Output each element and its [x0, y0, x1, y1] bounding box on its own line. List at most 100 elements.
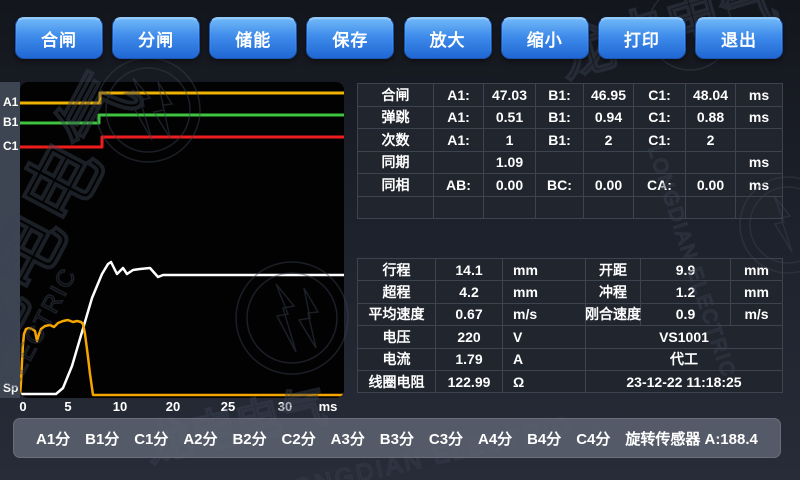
mech-cell-r1-c2: mm: [503, 281, 585, 302]
mech-cell-r3-c1: 220: [436, 326, 502, 347]
timing-cell-r1-c4: 0.94: [584, 107, 633, 129]
timing-cell-r2-c4: 2: [584, 129, 633, 151]
phase-open-item-a2: A2分: [183, 428, 217, 449]
mech-cell-r1-c1: 4.2: [436, 281, 502, 302]
mech-cell-r2-c2: m/s: [503, 304, 585, 325]
mech-cell-r0-c4: 9.9: [641, 259, 730, 280]
x-axis-tick-10: 10: [103, 399, 137, 414]
charge-button[interactable]: 储能: [209, 17, 297, 59]
timing-cell-r0-c6: 48.04: [686, 84, 735, 106]
x-axis-tick-25: 25: [211, 399, 245, 414]
timing-cell-r0-c5: C1:: [634, 84, 685, 106]
trace-label-a1: A1: [3, 95, 23, 109]
timing-cell-r0-c7: ms: [736, 84, 782, 106]
mech-cell-r3-c2: V: [503, 326, 585, 347]
trace-label-sp: Sp: [3, 381, 23, 395]
phase-open-item-b4: B4分: [527, 428, 561, 449]
timing-cell-r0-c1: A1:: [434, 84, 483, 106]
waveform-plot: [20, 82, 344, 398]
timing-cell-r4-c6: 0.00: [686, 174, 735, 196]
timing-cell-r4-c2: 0.00: [484, 174, 535, 196]
phase-open-item-a3: A3分: [331, 428, 365, 449]
exit-button[interactable]: 退出: [695, 17, 783, 59]
timing-cell-r1-c1: A1:: [434, 107, 483, 129]
mech-cell-r5-c2: Ω: [503, 371, 585, 392]
mech-cell-r1-c0: 超程: [358, 281, 435, 302]
phase-open-item-c2: C2分: [282, 428, 316, 449]
oscillogram-panel: A1B1C1Sp0510202530ms: [0, 80, 356, 414]
mech-cell-r1-c3: 冲程: [586, 281, 640, 302]
timing-cell-r3-c2: 1.09: [484, 152, 535, 174]
timing-cell-r0-c3: B1:: [536, 84, 583, 106]
mech-cell-r5-c1: 122.99: [436, 371, 502, 392]
timing-cell-r0-c2: 47.03: [484, 84, 535, 106]
chart-label-strip: [0, 82, 20, 398]
mech-cell-r2-c5: m/s: [731, 304, 782, 325]
zoom-in-button[interactable]: 放大: [404, 17, 492, 59]
timing-results-table: 合闸A1:47.03B1:46.95C1:48.04ms弹跳A1:0.51B1:…: [357, 83, 783, 219]
toolbar: 合闸分闸储能保存放大缩小打印退出: [15, 17, 783, 57]
waveform-svg: [20, 82, 344, 398]
mech-merged-cell-r3: VS1001: [586, 326, 782, 347]
close-button[interactable]: 合闸: [15, 17, 103, 59]
mech-merged-cell-r5: 23-12-22 11:18:25: [586, 371, 782, 392]
timing-cell-r1-c6: 0.88: [686, 107, 735, 129]
phase-open-item-b2: B2分: [232, 428, 266, 449]
timing-cell-r0-c0: 合闸: [358, 84, 433, 106]
open-button[interactable]: 分闸: [112, 17, 200, 59]
b1-close-step-trace: [20, 115, 344, 123]
mech-cell-r0-c1: 14.1: [436, 259, 502, 280]
mech-cell-r2-c4: 0.9: [641, 304, 730, 325]
timing-cell-r3-c5: [634, 152, 685, 174]
timing-cell-r1-c0: 弹跳: [358, 107, 433, 129]
mech-cell-r4-c2: A: [503, 349, 585, 370]
timing-cell-r0-c4: 46.95: [584, 84, 633, 106]
phase-open-item-c4: C4分: [576, 428, 610, 449]
phase-open-item-b1: B1分: [85, 428, 119, 449]
timing-cell-r2-c2: 1: [484, 129, 535, 151]
mech-cell-r0-c3: 开距: [586, 259, 640, 280]
timing-cell-r3-c0: 同期: [358, 152, 433, 174]
timing-cell-r3-c6: [686, 152, 735, 174]
timing-cell-r4-c7: ms: [736, 174, 782, 196]
mech-cell-r4-c1: 1.79: [436, 349, 502, 370]
timing-cell-r1-c5: C1:: [634, 107, 685, 129]
mech-cell-r0-c0: 行程: [358, 259, 435, 280]
phase-open-item-b3: B3分: [380, 428, 414, 449]
phase-open-item-c3: C3分: [429, 428, 463, 449]
a1-close-step-trace: [20, 93, 344, 103]
current-curve-trace: [20, 320, 344, 396]
mech-cell-r0-c2: mm: [503, 259, 585, 280]
timing-cell-r3-c3: [536, 152, 583, 174]
mech-cell-r3-c0: 电压: [358, 326, 435, 347]
timing-cell-r3-c1: [434, 152, 483, 174]
timing-cell-r5-c1: [434, 197, 483, 219]
mech-cell-r4-c0: 电流: [358, 349, 435, 370]
timing-cell-r2-c5: C1:: [634, 129, 685, 151]
timing-cell-r5-c2: [484, 197, 535, 219]
mech-cell-r0-c5: mm: [731, 259, 782, 280]
trace-label-b1: B1: [3, 115, 23, 129]
phase-status-bar: A1分B1分C1分A2分B2分C2分A3分B3分C3分A4分B4分C4分旋转传感…: [13, 418, 781, 458]
x-axis-tick-30: 30: [268, 399, 302, 414]
mech-cell-r2-c3: 刚合速度: [586, 304, 640, 325]
print-button[interactable]: 打印: [598, 17, 686, 59]
timing-cell-r1-c3: B1:: [536, 107, 583, 129]
timing-cell-r4-c3: BC:: [536, 174, 583, 196]
timing-cell-r5-c6: [686, 197, 735, 219]
save-button[interactable]: 保存: [306, 17, 394, 59]
rotary-sensor-reading: 旋转传感器 A:188.4: [625, 428, 758, 449]
trace-label-c1: C1: [3, 139, 23, 153]
timing-cell-r4-c0: 同相: [358, 174, 433, 196]
mech-cell-r5-c0: 线圈电阻: [358, 371, 435, 392]
phase-open-item-a4: A4分: [478, 428, 512, 449]
x-axis-tick-ms: ms: [311, 399, 345, 414]
phase-open-item-c1: C1分: [134, 428, 168, 449]
timing-cell-r2-c0: 次数: [358, 129, 433, 151]
timing-cell-r4-c4: 0.00: [584, 174, 633, 196]
zoom-out-button[interactable]: 缩小: [501, 17, 589, 59]
timing-cell-r5-c3: [536, 197, 583, 219]
mech-cell-r1-c4: 1.2: [641, 281, 730, 302]
timing-cell-r5-c0: [358, 197, 433, 219]
timing-cell-r5-c7: [736, 197, 782, 219]
